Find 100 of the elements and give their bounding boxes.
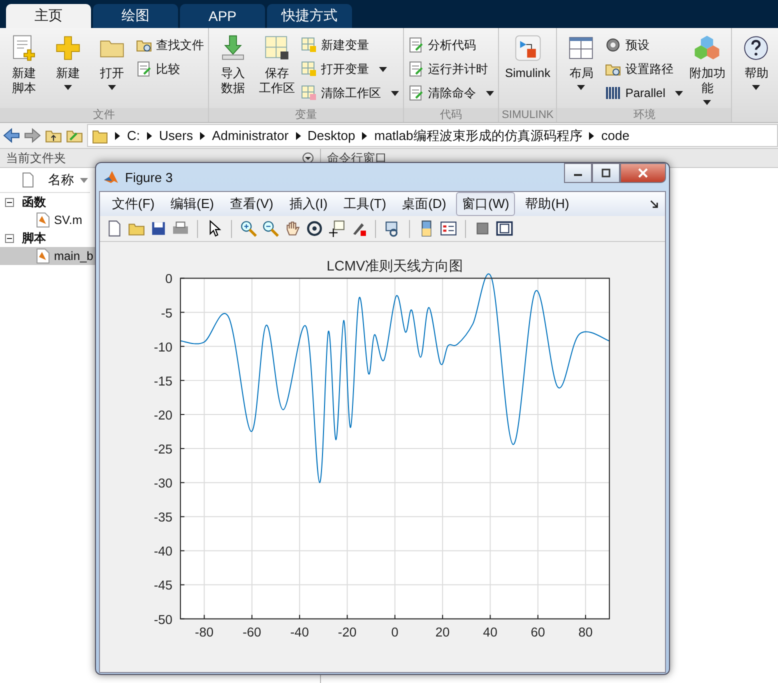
back-arrow-icon[interactable] [3,127,20,144]
ribbon-tab[interactable]: 快捷方式 [267,4,352,28]
ribbon-button[interactable]: 打开变量 [301,60,399,78]
y-tick-label: -50 [154,612,172,627]
file-item[interactable]: main_b [0,247,96,265]
chart-title: LCMV准则天线方向图 [326,257,464,274]
y-tick-label: -10 [154,339,172,354]
caret-icon [80,178,88,182]
ribbon-button[interactable]: 清除命令 [408,84,494,102]
x-tick-label: 40 [483,624,498,640]
x-tick-label: 60 [530,624,546,640]
ribbon-button[interactable]: 新建变量 [301,36,399,54]
ribbon-button[interactable]: 设置路径 [605,60,684,78]
chevron-icon [115,132,120,140]
menu-item[interactable]: 编辑(E) [164,192,220,216]
plus-icon [54,34,82,62]
menu-item[interactable]: 工具(T) [338,192,392,216]
y-tick-label: -5 [161,305,172,320]
ribbon-button[interactable]: 导入 数据 [213,32,253,108]
collapse-icon[interactable] [5,198,14,206]
chevron-icon [296,132,301,140]
matlab-logo-icon [103,169,119,185]
ribbon-button[interactable]: 帮助 [736,32,776,108]
chevron-icon [362,132,368,140]
save-icon [263,34,291,62]
group-label: 文件 [0,108,208,122]
y-tick-label: -25 [154,442,172,457]
script-icon [10,34,38,62]
group-label: 变量 [209,108,403,122]
close-button[interactable] [620,163,666,183]
print-icon[interactable] [172,220,189,237]
ribbon-button[interactable]: 分析代码 [408,36,494,54]
script-file-icon [36,212,50,228]
ribbon-button[interactable]: 预设 [605,36,684,54]
brush-icon[interactable] [350,220,367,237]
menu-item[interactable]: 插入(I) [283,192,334,216]
path-segment[interactable]: Users [159,128,193,143]
zoomout-icon[interactable] [262,220,279,237]
ribbon-tab[interactable]: APP [180,4,265,28]
ribbon-button[interactable]: 新建 脚本 [4,32,44,108]
save-icon[interactable] [150,220,167,237]
ribbon-button[interactable]: 打开 [92,32,132,108]
ribbon-button[interactable]: 附加功能 [687,32,728,108]
ribbon-button[interactable]: 布局 [561,32,602,108]
ribbon-button[interactable]: 运行并计时 [408,60,494,78]
file-icon [22,172,34,188]
addons-icon [693,34,722,62]
zoomin-icon[interactable] [240,220,257,237]
ribbon-button[interactable]: 清除工作区 [301,84,399,102]
openvar-icon [301,61,317,77]
y-tick-label: 0 [165,271,172,286]
y-tick-label: -30 [154,476,172,491]
frame-icon[interactable] [496,220,513,237]
path-segment[interactable]: C: [127,128,140,143]
square-icon[interactable] [474,220,491,237]
chevron-icon [200,132,205,140]
x-tick-label: 20 [435,624,450,640]
y-tick-label: -20 [154,407,172,422]
menu-item[interactable]: 桌面(D) [396,192,452,216]
path-segment[interactable]: Administrator [212,128,289,143]
ribbon-button[interactable]: 保存 工作区 [257,32,297,108]
x-tick-label: -60 [242,624,262,640]
window-title: Figure 3 [125,170,173,184]
legend-icon[interactable] [440,220,457,237]
new-icon[interactable] [106,220,123,237]
pan-icon[interactable] [284,220,301,237]
dock-arrow-icon[interactable] [650,200,659,208]
path-segment[interactable]: matlab编程波束形成的仿真源码程序 [374,126,582,144]
minimize-button[interactable] [564,163,592,183]
tree-group[interactable]: 函数 [0,193,46,211]
chevron-icon [589,132,594,140]
ribbon-button[interactable]: 新建 [48,32,88,108]
import-icon [219,34,247,62]
forward-arrow-icon[interactable] [24,127,41,144]
y-tick-label: -40 [154,544,172,559]
y-tick-label: -15 [154,373,172,388]
menu-item[interactable]: 文件(F) [106,192,161,216]
file-item[interactable]: SV.m [0,211,84,229]
tree-group[interactable]: 脚本 [0,229,46,247]
path-segment[interactable]: code [601,128,630,143]
x-tick-label: -80 [194,624,214,640]
newvar-icon [301,37,317,53]
ribbon-tab[interactable]: 主页 [6,4,91,28]
ribbon-button[interactable]: Simulink [503,32,552,108]
x-tick-label: -20 [338,624,357,640]
menu-item[interactable]: 查看(V) [224,192,280,216]
menu-item[interactable]: 帮助(H) [519,192,576,216]
ribbon-button[interactable]: 比较 [136,60,204,78]
menu-item[interactable]: 窗口(W) [456,192,516,216]
ribbon-button[interactable]: 查找文件 [136,36,204,54]
close-icon [638,168,648,178]
ribbon-button[interactable]: Parallel [605,84,684,102]
path-segment[interactable]: Desktop [308,128,356,143]
collapse-icon[interactable] [5,234,14,242]
group-label: 环境 [557,108,732,122]
help-icon [742,34,770,62]
maximize-button[interactable] [592,163,620,183]
column-header[interactable]: 名称 [0,168,90,193]
chevron-icon [147,132,152,140]
ribbon-tab[interactable]: 绘图 [93,4,178,28]
